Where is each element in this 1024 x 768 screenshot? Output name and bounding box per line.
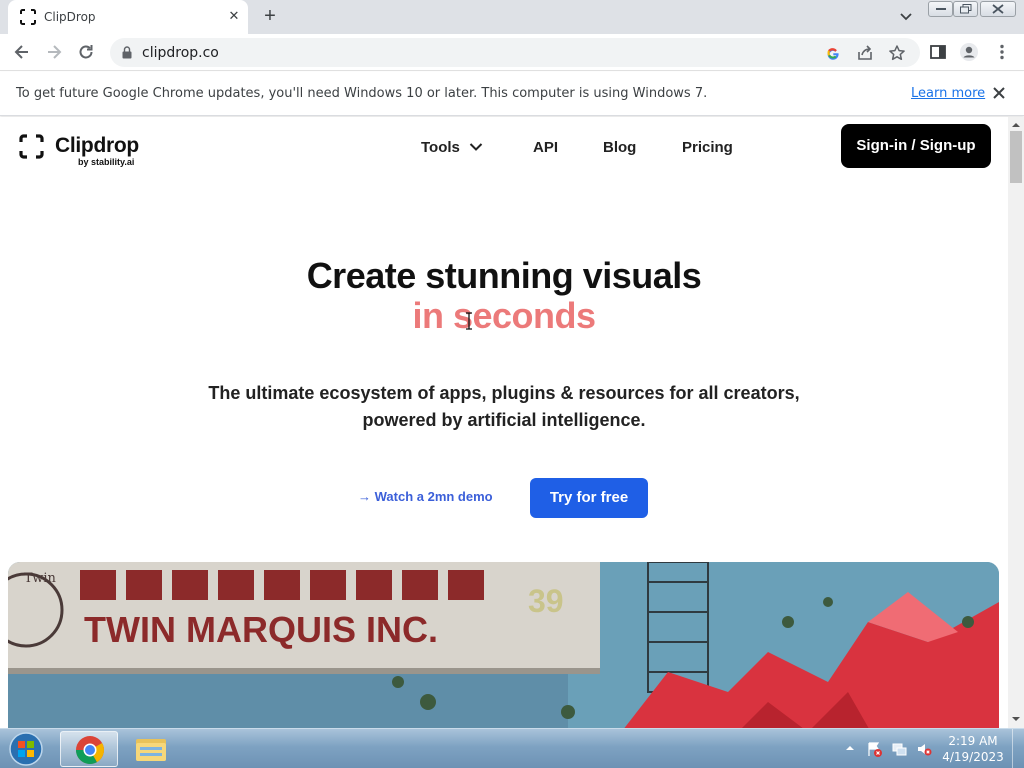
reload-icon[interactable] — [76, 42, 96, 62]
sign-in-button[interactable]: Sign-in / Sign-up — [841, 124, 991, 168]
profile-icon[interactable] — [959, 42, 979, 62]
clock-date: 4/19/2023 — [942, 750, 1004, 764]
nav-api[interactable]: API — [533, 139, 558, 156]
url-text[interactable]: clipdrop.co — [142, 45, 219, 61]
tab-title: ClipDrop — [44, 10, 96, 24]
try-for-free-button[interactable]: Try for free — [530, 478, 648, 518]
back-icon[interactable] — [12, 42, 32, 62]
new-tab-button[interactable]: + — [259, 5, 281, 27]
scroll-down-arrow-icon[interactable] — [1012, 715, 1020, 723]
scroll-up-arrow-icon[interactable] — [1012, 121, 1020, 129]
start-button-icon[interactable] — [6, 731, 46, 767]
webpage: Clipdrop by stability.ai Tools API Blog … — [0, 117, 1008, 728]
tab-clipdrop[interactable]: ClipDrop ✕ — [8, 0, 248, 34]
network-icon[interactable] — [891, 741, 907, 757]
show-hidden-icons-icon[interactable] — [845, 744, 855, 752]
hero-banner-image: Twin TWIN MARQUIS INC. 39 — [8, 562, 999, 728]
windows-taskbar: 2:19 AM 4/19/2023 — [0, 728, 1024, 768]
infobar-message: To get future Google Chrome updates, you… — [16, 86, 708, 101]
chrome-icon — [76, 736, 104, 764]
learn-more-link[interactable]: Learn more — [911, 86, 985, 101]
window-close-button[interactable] — [980, 1, 1016, 17]
volume-muted-icon[interactable] — [916, 741, 932, 757]
forward-icon[interactable] — [44, 42, 64, 62]
text-cursor-icon — [466, 312, 472, 330]
banner-illustration: Twin TWIN MARQUIS INC. 39 — [8, 562, 999, 728]
address-bar[interactable]: clipdrop.co — [110, 38, 920, 67]
tab-close-icon[interactable]: ✕ — [226, 8, 242, 24]
side-panel-icon[interactable] — [928, 42, 948, 62]
window-restore-button[interactable] — [953, 1, 978, 17]
taskbar-clock[interactable]: 2:19 AM 4/19/2023 — [940, 733, 1006, 765]
lock-icon[interactable] — [122, 46, 132, 59]
hero-subtitle-line2: powered by artificial intelligence. — [362, 410, 646, 430]
banner-stamp-text: Twin — [24, 571, 56, 586]
banner-sign-text: TWIN MARQUIS INC. — [84, 609, 438, 650]
watch-demo-link[interactable]: → Watch a 2mn demo — [358, 489, 493, 504]
star-icon[interactable] — [888, 44, 906, 62]
taskbar-chrome-button[interactable] — [60, 731, 118, 767]
tab-search-chevron-icon[interactable] — [897, 7, 915, 25]
window-minimize-button[interactable] — [928, 1, 953, 17]
update-infobar: To get future Google Chrome updates, you… — [0, 72, 1024, 116]
logo-subtitle: by stability.ai — [78, 157, 135, 167]
nav-pricing[interactable]: Pricing — [682, 139, 733, 156]
folder-icon — [136, 739, 166, 761]
chevron-down-icon[interactable] — [469, 142, 483, 152]
nav-blog[interactable]: Blog — [603, 139, 636, 156]
clock-time: 2:19 AM — [948, 734, 998, 748]
share-icon[interactable] — [856, 44, 874, 62]
google-lens-icon[interactable] — [824, 44, 842, 62]
logo-name[interactable]: Clipdrop — [55, 134, 139, 158]
nav-tools[interactable]: Tools — [421, 139, 460, 156]
taskbar-explorer-button[interactable] — [122, 731, 180, 767]
hero-title-accent: in seconds — [412, 295, 596, 336]
page-scrollbar[interactable] — [1008, 117, 1024, 728]
scroll-thumb[interactable] — [1010, 131, 1022, 183]
hero-title: Create stunning visuals — [306, 255, 702, 296]
show-desktop-button[interactable] — [1012, 729, 1024, 768]
banner-sign-number: 39 — [528, 583, 564, 619]
browser-toolbar: clipdrop.co — [0, 34, 1024, 71]
clipdrop-logo-icon[interactable] — [19, 134, 44, 159]
action-center-flag-icon[interactable] — [866, 741, 882, 757]
menu-icon[interactable] — [992, 42, 1012, 62]
infobar-close-icon[interactable] — [991, 85, 1007, 101]
tab-strip: ClipDrop ✕ + — [0, 0, 1024, 34]
hero-subtitle-line1: The ultimate ecosystem of apps, plugins … — [208, 383, 800, 403]
clipdrop-favicon-icon — [20, 9, 36, 25]
